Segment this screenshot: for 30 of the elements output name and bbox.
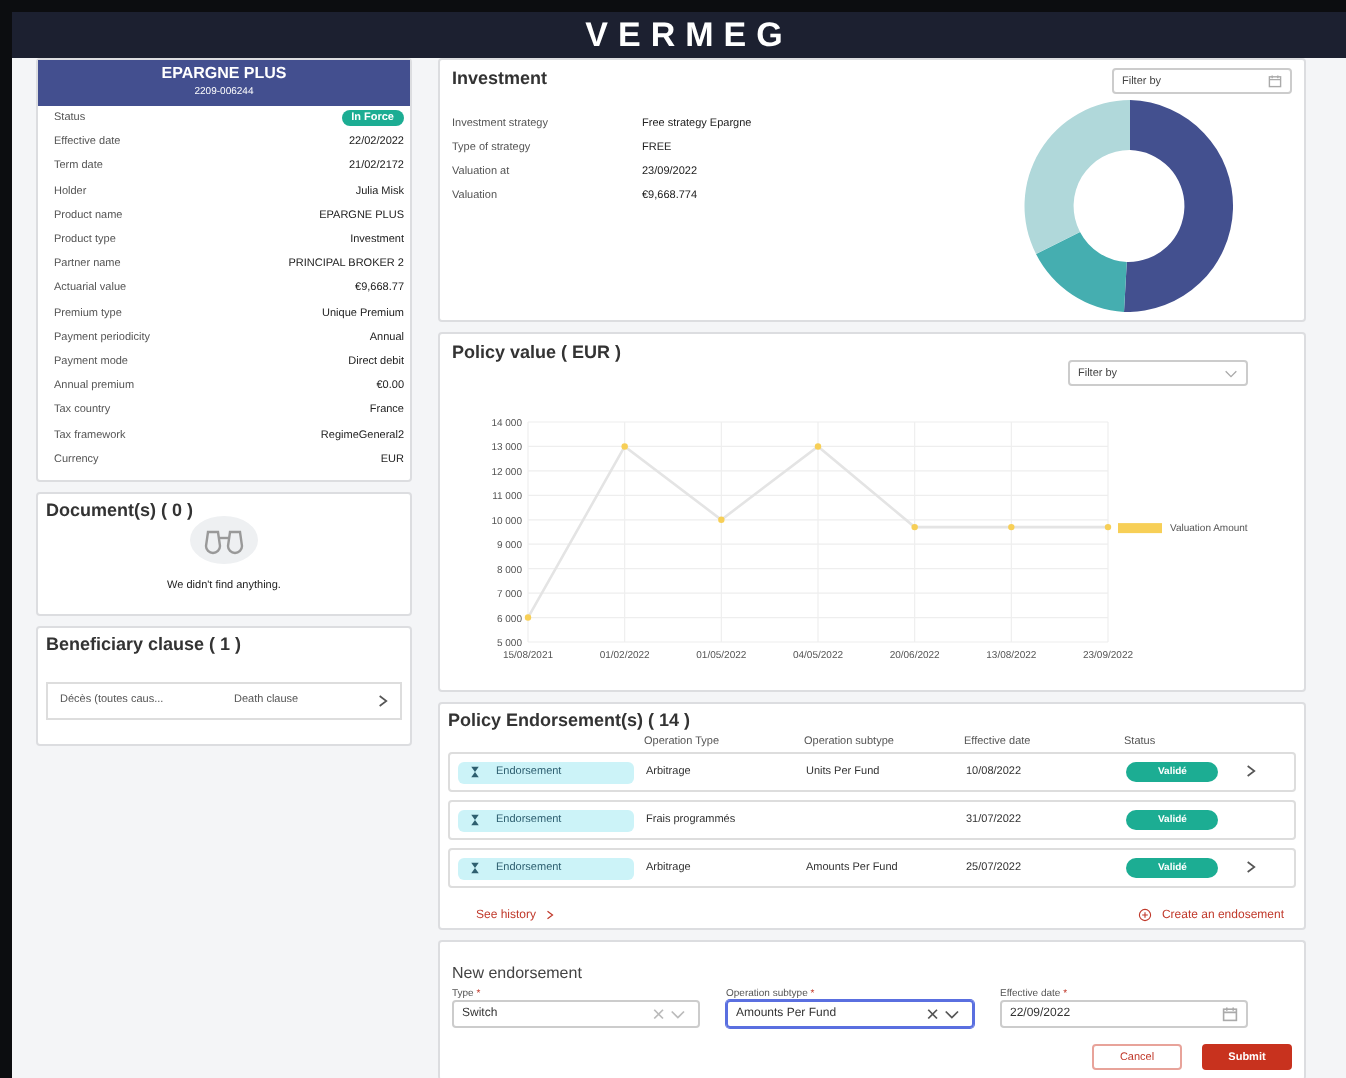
calendar-icon <box>1222 1006 1238 1022</box>
chevron-right-icon <box>378 693 388 708</box>
data-point <box>814 443 822 450</box>
data-point <box>1008 523 1015 531</box>
calendar-icon <box>1268 74 1282 88</box>
chevron-down-icon <box>1224 369 1238 377</box>
card-title: Policy value ( EUR ) <box>452 342 622 362</box>
card-title: Policy Endorsement(s) ( 14 ) <box>448 710 693 730</box>
data-point <box>718 516 725 523</box>
chevron-right-icon <box>1246 763 1256 777</box>
card-title: Beneficiary clause ( 1 ) <box>46 633 244 654</box>
chevron-right-icon <box>546 910 555 920</box>
hourglass-icon <box>470 862 480 874</box>
logo: VERMEG <box>583 15 793 55</box>
data-point <box>524 614 532 621</box>
data-point <box>911 523 918 531</box>
card-title: New endorsement <box>452 964 582 982</box>
data-point <box>1104 523 1112 531</box>
clear-dropdown-icon <box>924 1007 964 1021</box>
hourglass-icon <box>470 766 480 778</box>
legend-swatch <box>1118 523 1162 534</box>
policy-name: EPARGNE PLUS <box>161 64 287 82</box>
plus-circle-icon <box>1137 908 1152 922</box>
chevron-right-icon <box>1246 859 1256 873</box>
clear-dropdown-icon <box>650 1007 690 1021</box>
card-title: Document(s) ( 0 ) <box>46 499 194 520</box>
hourglass-icon <box>470 814 480 826</box>
binoculars-icon <box>190 515 258 564</box>
card-title: Investment <box>452 68 550 88</box>
data-point <box>621 443 628 450</box>
